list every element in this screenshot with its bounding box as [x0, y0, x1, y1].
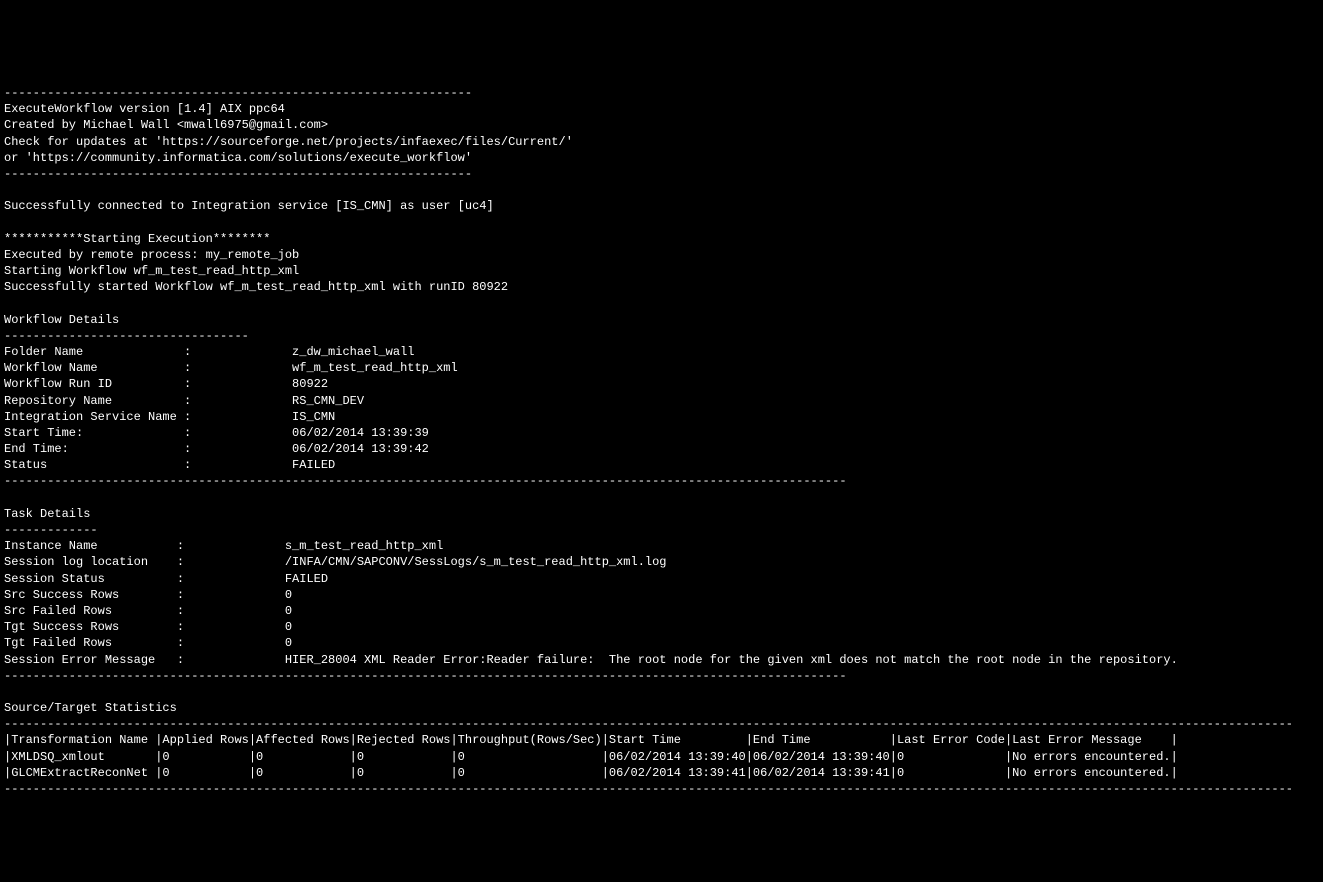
execution-banner: ***********Starting Execution********: [4, 232, 270, 246]
session-error-msg-row: Session Error Message : HIER_28004 XML R…: [4, 653, 1178, 667]
workflow-details-title: Workflow Details: [4, 313, 119, 327]
folder-name-row: Folder Name : z_dw_michael_wall: [4, 345, 414, 359]
statistics-header-row: |Transformation Name |Applied Rows|Affec…: [4, 733, 1178, 747]
separator: ----------------------------------------…: [4, 669, 847, 683]
integration-service-row: Integration Service Name : IS_CMN: [4, 410, 335, 424]
update-url-2: or 'https://community.informatica.com/so…: [4, 151, 472, 165]
separator: ----------------------------------------…: [4, 167, 472, 181]
tgt-success-rows-row: Tgt Success Rows : 0: [4, 620, 292, 634]
separator: ----------------------------------------…: [4, 782, 1293, 796]
separator: ----------------------------------------…: [4, 86, 472, 100]
separator: -------------: [4, 523, 98, 537]
statistics-title: Source/Target Statistics: [4, 701, 177, 715]
statistics-row-1: |XMLDSQ_xmlout |0 |0 |0 |0 |06/02/2014 1…: [4, 750, 1178, 764]
tgt-failed-rows-row: Tgt Failed Rows : 0: [4, 636, 292, 650]
started-workflow-line: Successfully started Workflow wf_m_test_…: [4, 280, 508, 294]
workflow-name-row: Workflow Name : wf_m_test_read_http_xml: [4, 361, 458, 375]
status-row: Status : FAILED: [4, 458, 335, 472]
statistics-row-2: |GLCMExtractReconNet |0 |0 |0 |0 |06/02/…: [4, 766, 1178, 780]
workflow-runid-row: Workflow Run ID : 80922: [4, 377, 328, 391]
connection-status: Successfully connected to Integration se…: [4, 199, 494, 213]
separator: ----------------------------------------…: [4, 717, 1293, 731]
separator: ----------------------------------: [4, 329, 249, 343]
author-line: Created by Michael Wall <mwall6975@gmail…: [4, 118, 328, 132]
src-failed-rows-row: Src Failed Rows : 0: [4, 604, 292, 618]
starting-workflow-line: Starting Workflow wf_m_test_read_http_xm…: [4, 264, 299, 278]
end-time-row: End Time: : 06/02/2014 13:39:42: [4, 442, 429, 456]
app-version-line: ExecuteWorkflow version [1.4] AIX ppc64: [4, 102, 285, 116]
task-details-title: Task Details: [4, 507, 90, 521]
separator: ----------------------------------------…: [4, 474, 847, 488]
repository-name-row: Repository Name : RS_CMN_DEV: [4, 394, 364, 408]
remote-process-line: Executed by remote process: my_remote_jo…: [4, 248, 299, 262]
start-time-row: Start Time: : 06/02/2014 13:39:39: [4, 426, 429, 440]
instance-name-row: Instance Name : s_m_test_read_http_xml: [4, 539, 443, 553]
update-url-1: Check for updates at 'https://sourceforg…: [4, 135, 573, 149]
session-log-location-row: Session log location : /INFA/CMN/SAPCONV…: [4, 555, 667, 569]
src-success-rows-row: Src Success Rows : 0: [4, 588, 292, 602]
session-status-row: Session Status : FAILED: [4, 572, 328, 586]
terminal-output: ----------------------------------------…: [4, 69, 1319, 797]
